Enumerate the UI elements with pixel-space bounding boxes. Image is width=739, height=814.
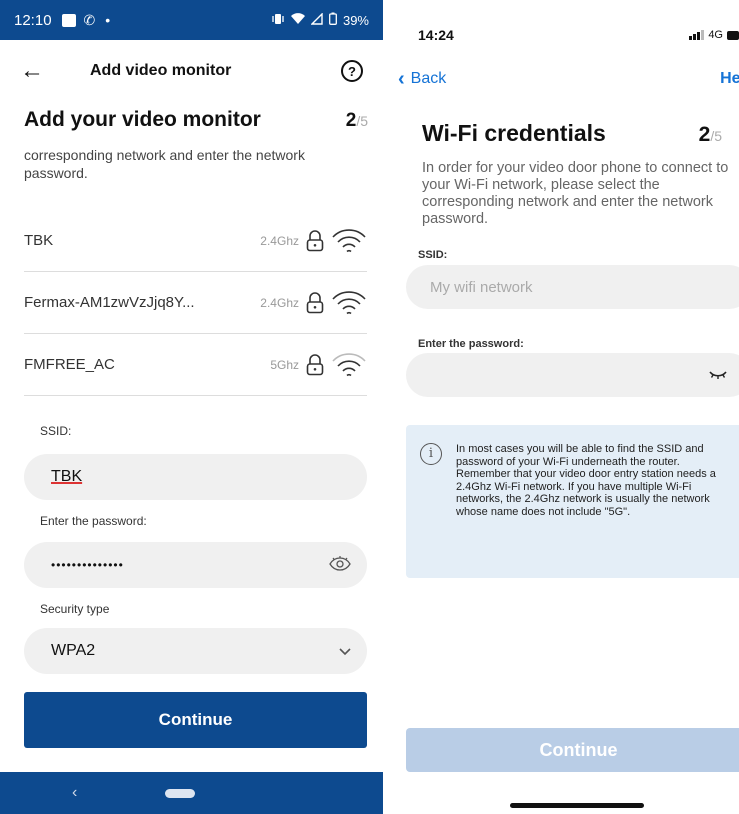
signal-icon [310,11,323,28]
ios-screen: 14:24 4G ‹ Back Hel Wi-Fi credentials 2/… [396,0,739,814]
notification-square-icon [61,13,76,27]
page-title: Add your video monitor [24,108,261,131]
show-password-eye-icon[interactable] [329,555,351,575]
battery-icon [727,30,739,40]
signal-bars-icon [689,30,705,40]
battery-percent: 39% [342,12,369,28]
step-indicator: 2/5 [346,110,368,132]
network-item-fmfree[interactable]: FMFREE_AC 5Ghz [24,334,367,396]
continue-button[interactable]: Continue [406,728,739,772]
security-type-select[interactable]: WPA2 [24,628,367,674]
network-band: 2.4Ghz [260,233,299,248]
ssid-input[interactable]: TBK [24,454,367,500]
notification-dot-icon: • [105,12,111,28]
app-bar: ← Add video monitor ? [0,48,383,94]
step-indicator: 2/5 [699,123,722,147]
app-bar-title: Add video monitor [90,62,232,79]
lock-icon [305,291,325,314]
ssid-label: SSID: [40,424,72,438]
vibrate-icon [271,13,285,28]
info-icon: i [420,443,442,465]
page-heading: Wi-Fi credentials 2/5 [422,120,722,147]
ssid-placeholder: My wifi network [430,278,533,296]
back-arrow-icon[interactable]: ← [20,57,50,85]
continue-button[interactable]: Continue [24,692,367,748]
navigation-bar: ‹ Back Hel [398,66,739,92]
password-label: Enter the password: [40,514,147,528]
status-bar: 14:24 4G [418,24,739,46]
instructions-text: corresponding network and enter the netw… [24,147,305,181]
system-nav-bar: ‹ [0,772,383,814]
info-text-2: Remember that your video door entry stat… [456,468,716,518]
status-time: 12:10 [14,11,52,29]
battery-icon [329,12,337,28]
help-icon[interactable]: ? [341,60,363,82]
step-total: /5 [356,113,368,129]
wifi-signal-icon [325,352,367,378]
wifi-status-icon [290,12,305,28]
security-type-label: Security type [40,602,110,616]
page-title: Wi-Fi credentials [422,120,606,146]
step-current: 2 [698,123,711,146]
page-heading: Add your video monitor 2/5 [24,108,368,132]
instructions-text: In order for your video door phone to co… [422,160,729,227]
network-type: 4G [708,29,723,41]
ssid-value: TBK [51,468,83,485]
hidden-password-eye-icon[interactable] [709,370,727,380]
status-right: 39% [271,11,369,28]
network-item-tbk[interactable]: TBK 2.4Ghz [24,210,367,272]
network-name: Fermax-AM1zwVzJjq8Y... [24,294,195,311]
password-input[interactable] [406,353,739,397]
lock-icon [305,353,325,376]
password-label: Enter the password: [418,338,524,350]
network-band: 2.4Ghz [260,295,299,310]
network-name: FMFREE_AC [24,356,115,373]
network-item-fermax[interactable]: Fermax-AM1zwVzJjq8Y... 2.4Ghz [24,272,367,334]
network-name: TBK [24,232,54,249]
home-indicator [510,803,644,808]
wifi-signal-icon [325,228,367,254]
password-value: •••••••••••••• [51,558,124,572]
status-bar: 12:10 ✆ • 39% [0,0,383,40]
back-chevron-icon[interactable]: ‹ [398,68,405,91]
step-current: 2 [345,110,357,131]
nav-home-pill[interactable] [165,788,196,798]
wifi-signal-icon [325,290,367,316]
status-time: 14:24 [418,27,454,43]
network-band: 5Ghz [270,357,299,372]
ssid-input[interactable]: My wifi network [406,265,739,309]
back-button[interactable]: Back [411,70,447,88]
network-list: TBK 2.4Ghz Fermax-AM1zwVzJjq8Y... 2.4Ghz… [24,210,367,396]
lock-icon [305,229,325,252]
info-box: i In most cases you will be able to find… [406,425,739,578]
android-screen: 12:10 ✆ • 39% ← Add video monitor ? Add … [0,0,383,814]
status-right: 4G [689,29,739,41]
password-input[interactable]: •••••••••••••• [24,542,367,588]
nav-back-icon[interactable]: ‹ [72,784,77,802]
step-total: /5 [710,128,722,144]
phone-icon: ✆ [83,11,96,28]
ssid-label: SSID: [418,249,448,261]
credentials-form: SSID: TBK Enter the password: ••••••••••… [24,424,367,674]
info-text-1: In most cases you will be able to find t… [456,443,704,468]
help-button[interactable]: Hel [720,70,739,88]
security-type-value: WPA2 [51,642,96,659]
chevron-down-icon [339,643,351,659]
